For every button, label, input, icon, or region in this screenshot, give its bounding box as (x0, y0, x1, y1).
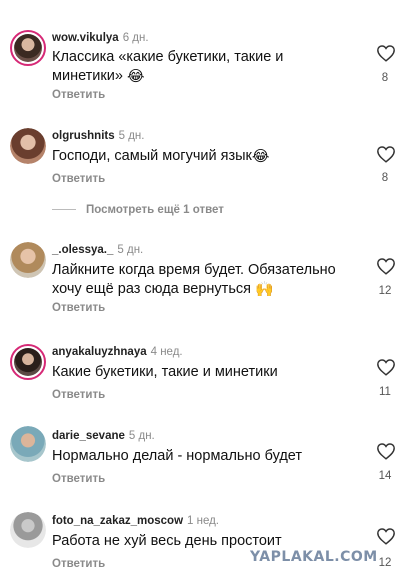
reply-button[interactable]: Ответить (52, 173, 105, 185)
comment-text: Господи, самый могучий язык😂 (52, 148, 270, 165)
reply-button[interactable]: Ответить (52, 389, 105, 401)
divider-line (52, 209, 76, 211)
comment-meta: olgrushnits 5 дн. (52, 130, 144, 142)
like-count: 8 (381, 172, 389, 184)
avatar[interactable] (10, 344, 46, 380)
comment-meta: _.olessya._ 5 дн. (52, 244, 143, 256)
comment-meta: anyakaluyzhnaya 4 нед. (52, 346, 183, 358)
avatar[interactable] (10, 426, 46, 462)
comment-text: Нормально делай - нормально будет (52, 448, 303, 464)
heart-icon[interactable] (376, 257, 398, 277)
laughing-emoji-icon: 😂 (126, 67, 145, 85)
heart-icon[interactable] (376, 44, 398, 64)
username[interactable]: anyakaluyzhnaya (52, 346, 147, 358)
timestamp: 5 дн. (117, 244, 144, 256)
watermark-logo: YAPLAKAL.COM (250, 549, 378, 565)
timestamp: 5 дн. (118, 130, 145, 142)
timestamp: 4 нед. (150, 346, 183, 358)
reply-button[interactable]: Ответить (52, 89, 105, 101)
like-count: 14 (378, 470, 392, 482)
username[interactable]: foto_na_zakaz_moscow (52, 515, 183, 527)
avatar[interactable] (10, 30, 46, 66)
avatar[interactable] (10, 512, 46, 548)
like-count: 12 (378, 285, 392, 297)
raising-hands-emoji-icon: 🙌 (255, 280, 274, 298)
laughing-emoji-icon: 😂 (251, 148, 270, 165)
username[interactable]: olgrushnits (52, 130, 115, 142)
username[interactable]: wow.vikulya (52, 32, 119, 44)
avatar[interactable] (10, 242, 46, 278)
username[interactable]: darie_sevane (52, 430, 125, 442)
comment-meta: wow.vikulya 6 дн. (52, 32, 149, 44)
timestamp: 5 дн. (128, 430, 155, 442)
comment-meta: foto_na_zakaz_moscow 1 нед. (52, 515, 219, 527)
comment-text: Классика «какие букетики, такие и минети… (52, 49, 284, 85)
like-count: 11 (379, 386, 391, 398)
username[interactable]: _.olessya._ (52, 244, 113, 256)
heart-icon[interactable] (376, 145, 398, 165)
reply-button[interactable]: Ответить (52, 473, 105, 485)
comment-text: Работа не хуй весь день простоит (52, 533, 282, 549)
comment-meta: darie_sevane 5 дн. (52, 430, 155, 442)
like-count: 8 (381, 72, 389, 84)
view-more-replies[interactable]: Посмотреть ещё 1 ответ (52, 204, 224, 220)
comment-text: Лайкните когда время будет. Обязательно … (52, 262, 336, 298)
timestamp: 1 нед. (187, 515, 220, 527)
heart-icon[interactable] (376, 358, 398, 378)
comment-text: Какие букетики, такие и минетики (52, 364, 278, 380)
avatar[interactable] (10, 128, 46, 164)
reply-button[interactable]: Ответить (52, 558, 105, 570)
timestamp: 6 дн. (122, 32, 149, 44)
heart-icon[interactable] (376, 442, 398, 462)
reply-button[interactable]: Ответить (52, 302, 105, 314)
heart-icon[interactable] (376, 527, 398, 547)
